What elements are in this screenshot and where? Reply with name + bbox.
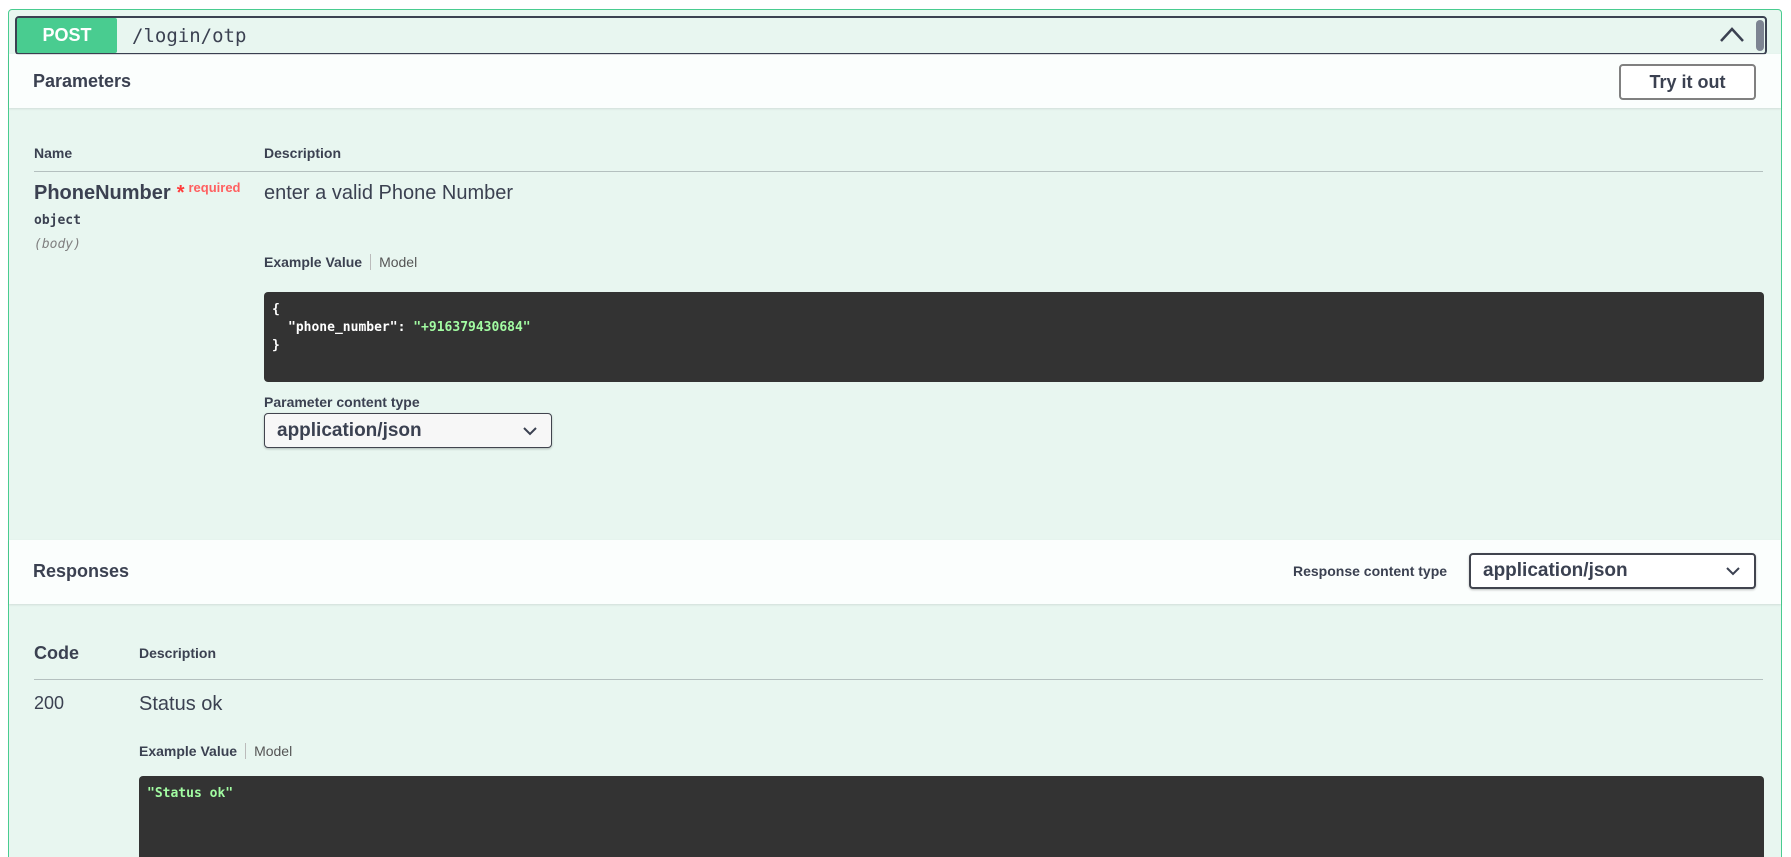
response-content-type-select[interactable]: application/json — [1469, 553, 1756, 589]
parameter-content-type-select[interactable]: application/json — [264, 413, 552, 448]
parameter-description: enter a valid Phone Number — [264, 182, 514, 204]
response-code: 200 — [34, 693, 65, 713]
tab-example-value[interactable]: Example Value — [139, 743, 247, 759]
parameters-header: Parameters — [9, 54, 1781, 108]
parameter-content-type-label: Parameter content type — [264, 394, 420, 410]
json-open-brace: { — [272, 302, 280, 317]
parameter-location: (body) — [34, 237, 81, 252]
tab-example-value[interactable]: Example Value — [264, 254, 372, 270]
column-header-code: Code — [34, 643, 79, 663]
column-header-description: Description — [264, 145, 342, 161]
json-close-brace: } — [272, 338, 280, 353]
chevron-down-icon — [523, 426, 537, 435]
operation-path: /login/otp — [132, 25, 247, 47]
method-badge: POST — [17, 18, 117, 53]
parameter-example-code: { "phone_number": "+916379430684" } — [264, 292, 1764, 382]
parameter-type: object — [34, 213, 81, 228]
required-asterisk: * — [176, 182, 185, 204]
column-header-response-description: Description — [139, 645, 217, 661]
operation-summary[interactable]: POST /login/otp — [15, 16, 1767, 55]
json-colon: : — [397, 320, 414, 335]
response-example-string: "Status ok" — [147, 786, 234, 801]
parameter-example-tabs: Example Value Model — [264, 254, 417, 270]
parameters-title: Parameters — [33, 71, 132, 91]
json-value: "+916379430684" — [413, 320, 531, 335]
json-line: "phone_number": "+916379430684" — [272, 319, 1756, 337]
responses-divider — [34, 679, 1763, 680]
chevron-up-icon[interactable] — [1719, 24, 1745, 46]
tab-model[interactable]: Model — [371, 254, 417, 270]
json-key: "phone_number" — [288, 320, 398, 335]
parameter-name-text: PhoneNumber — [34, 182, 171, 204]
response-description: Status ok — [139, 693, 223, 715]
chevron-down-icon — [1726, 567, 1740, 576]
parameter-content-type-value: application/json — [277, 419, 422, 441]
response-content-type-value: application/json — [1483, 560, 1628, 581]
scrollbar-thumb[interactable] — [1756, 20, 1764, 51]
response-example-code: "Status ok" — [139, 776, 1764, 857]
response-example-tabs: Example Value Model — [139, 743, 292, 759]
responses-title: Responses — [33, 561, 130, 581]
parameter-name: PhoneNumber * required — [34, 180, 241, 205]
required-label: required — [188, 180, 241, 195]
parameters-divider — [34, 171, 1763, 172]
response-content-type-label: Response content type — [1293, 563, 1448, 579]
column-header-name: Name — [34, 145, 73, 161]
try-it-out-button[interactable]: Try it out — [1619, 64, 1756, 100]
operation-block-post-login-otp: POST /login/otp Parameters Try it out Na… — [8, 9, 1782, 857]
tab-model[interactable]: Model — [246, 743, 292, 759]
